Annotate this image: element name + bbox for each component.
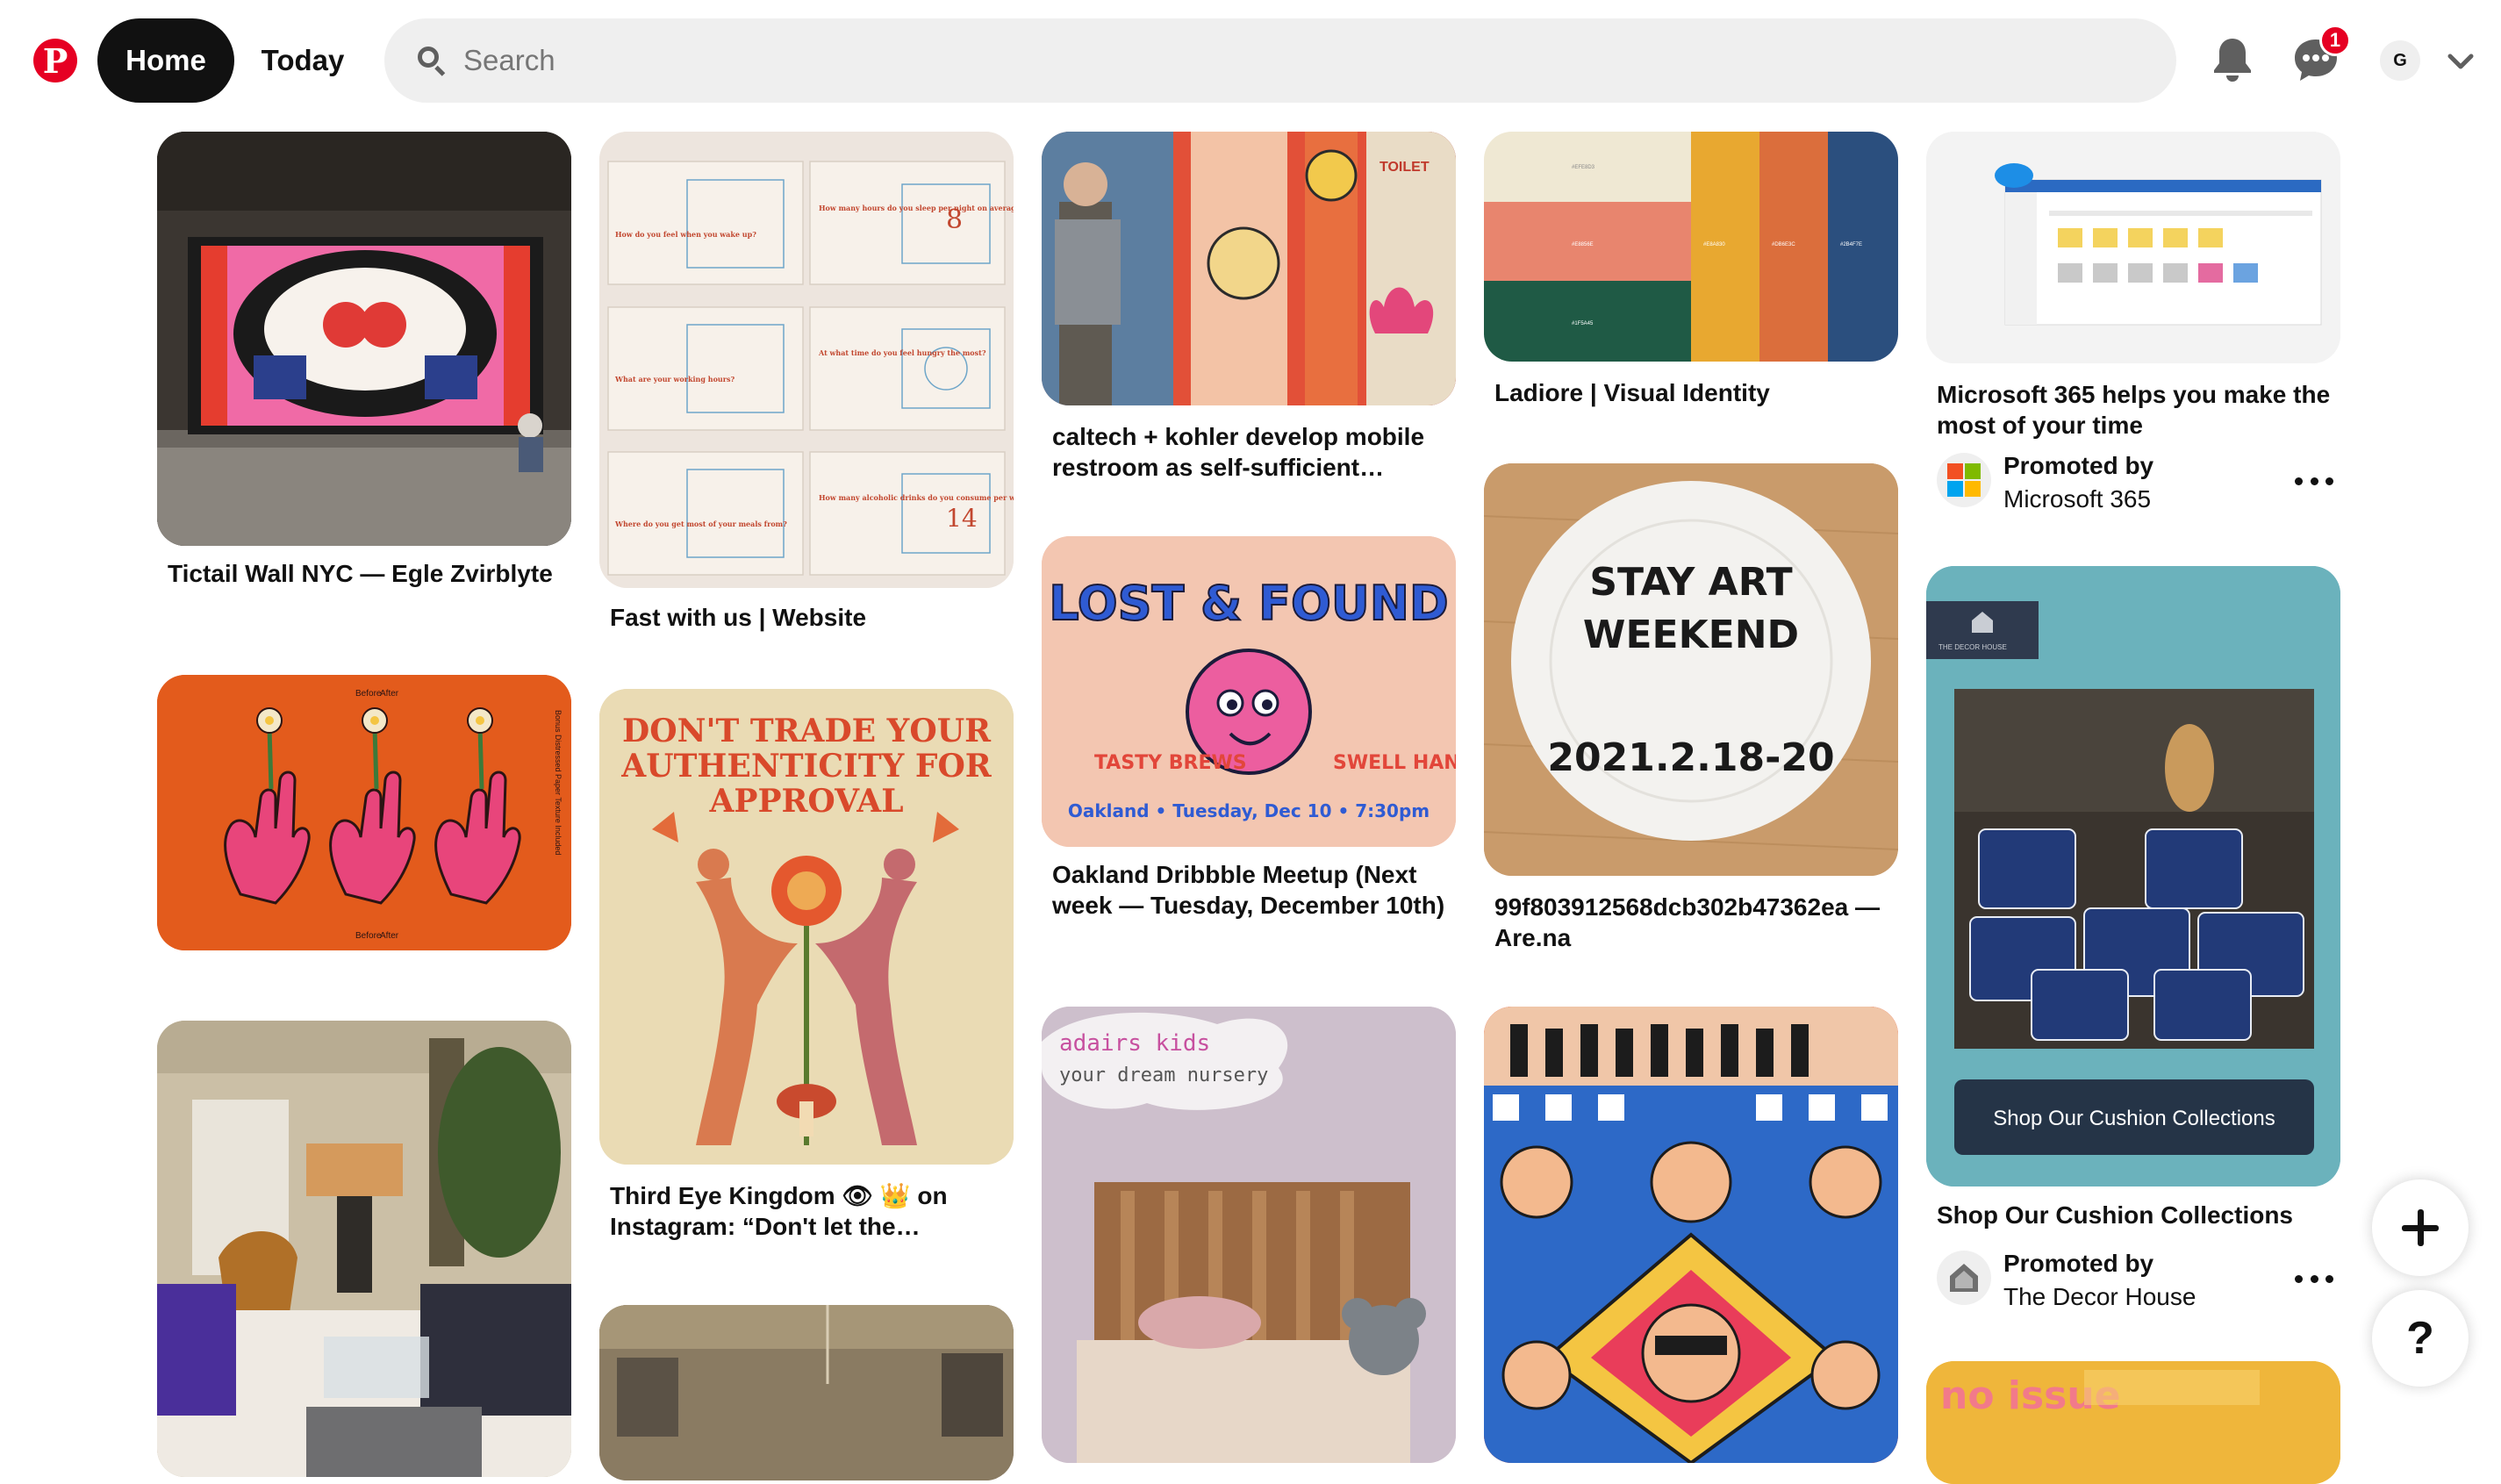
pin-image[interactable] [1484, 1007, 1898, 1463]
after-label: After [380, 931, 399, 941]
create-pin-button[interactable] [2372, 1179, 2469, 1276]
question-text: At what time do you feel hungry the most… [818, 348, 986, 357]
chevron-down-icon[interactable] [2445, 46, 2476, 77]
adairs-tagline: your dream nursery [1059, 1065, 1268, 1086]
pin-image[interactable]: adairs kids your dream nursery [1042, 1007, 1456, 1463]
advertiser-name[interactable]: Microsoft 365 [2003, 483, 2153, 516]
plate-text: STAY ART [1589, 560, 1792, 605]
pin-image[interactable]: TOILET [1042, 132, 1456, 405]
more-options-icon[interactable] [2295, 465, 2333, 497]
pin-image[interactable]: Before After Before After Bonus Distress… [157, 675, 571, 950]
swell-hangs-tag: SWELL HANGS [1333, 752, 1456, 774]
messages-badge: 1 [2319, 25, 2351, 56]
promoted-by-row[interactable]: Promoted by The Decor House [1937, 1247, 2340, 1310]
promoted-by-text: Promoted by The Decor House [2003, 1247, 2196, 1314]
decor-brand: THE DECOR HOUSE [1938, 643, 2007, 651]
poster-headline: APPROVAL [708, 783, 903, 820]
today-tab[interactable]: Today [246, 18, 360, 103]
toilet-sign: TOILET [1379, 160, 1430, 175]
question-text: What are your working hours? [614, 375, 735, 384]
more-options-icon[interactable] [2295, 1263, 2333, 1294]
search-input[interactable] [463, 44, 2131, 77]
pin-title[interactable]: 99f803912568dcb302b47362ea — Are.na [1494, 892, 1898, 953]
pin-image[interactable] [1926, 132, 2340, 363]
pin-image[interactable] [599, 1305, 1014, 1480]
poster-headline: AUTHENTICITY FOR [620, 748, 993, 785]
top-nav-bar: P Home Today 1 G [0, 0, 2501, 123]
pin-image[interactable]: STAY ART WEEKEND 2021.2.18-20 [1484, 463, 1898, 876]
pin-image[interactable] [157, 132, 571, 546]
swatch-label: #EFE8D3 [1572, 165, 1595, 170]
pin-image[interactable]: DON'T TRADE YOUR AUTHENTICITY FOR APPROV… [599, 689, 1014, 1165]
logo-glyph: P [42, 41, 68, 81]
pin-image[interactable]: no issue [1926, 1361, 2340, 1484]
pin-image[interactable]: LOST & FOUND TASTY BREWS SWELL HANGS Oak… [1042, 536, 1456, 847]
pin-title[interactable]: Shop Our Cushion Collections [1937, 1200, 2340, 1230]
swatch-label: #E8856E [1572, 242, 1594, 247]
pin-title[interactable]: Microsoft 365 helps you make the most of… [1937, 379, 2340, 441]
swatch-label: #DB6E3C [1772, 242, 1795, 247]
swatch-label: #E8A830 [1703, 242, 1725, 247]
plate-text: WEEKEND [1583, 613, 1799, 657]
pin-title[interactable]: Ladiore | Visual Identity [1494, 377, 1898, 408]
pin-title[interactable]: Fast with us | Website [610, 602, 1014, 633]
pin-title[interactable]: Oakland Dribbble Meetup (Next week — Tue… [1052, 859, 1456, 921]
search-bar[interactable] [384, 18, 2176, 103]
swatch-label: #1F5A45 [1572, 321, 1594, 326]
question-text: How do you feel when you wake up? [615, 230, 756, 239]
lost-found-title: LOST & FOUND [1049, 576, 1448, 631]
home-tab[interactable]: Home [97, 18, 234, 103]
plus-icon [2417, 1209, 2424, 1246]
swatch-yellow [1691, 132, 1759, 362]
after-label: After [380, 689, 399, 699]
swatch-salmon [1484, 202, 1691, 281]
promoted-by-text: Promoted by Microsoft 365 [2003, 449, 2153, 516]
event-details: Oakland • Tuesday, Dec 10 • 7:30pm [1068, 800, 1430, 821]
promoted-by-row[interactable]: Promoted by Microsoft 365 [1937, 449, 2340, 513]
pin-image[interactable]: THE DECOR HOUSE Shop Our Cushion Collect… [1926, 566, 2340, 1186]
svg-text:14: 14 [946, 504, 978, 533]
pin-image[interactable]: How do you feel when you wake up? How ma… [599, 132, 1014, 588]
bell-icon[interactable] [2204, 32, 2261, 88]
pin-title[interactable]: Third Eye Kingdom 👁 👑 on Instagram: “Don… [610, 1180, 1014, 1242]
tasty-brews-tag: TASTY BREWS [1094, 752, 1247, 774]
advertiser-name[interactable]: The Decor House [2003, 1280, 2196, 1314]
pin-title[interactable]: Tictail Wall NYC — Egle Zvirblyte [168, 558, 571, 589]
swatch-label: #2B4F7E [1840, 242, 1862, 247]
poster-headline: DON'T TRADE YOUR [622, 713, 992, 749]
question-text: How many alcoholic drinks do you consume… [819, 493, 1014, 502]
shop-cushion-cta[interactable]: Shop Our Cushion Collections [1993, 1107, 2275, 1130]
pin-image[interactable]: #EFE8D3 #E8856E #1F5A45 #E8A830 #DB6E3C … [1484, 132, 1898, 362]
swatch-navy [1828, 132, 1898, 362]
promoted-by-label: Promoted by [2003, 452, 2154, 479]
promoted-by-label: Promoted by [2003, 1250, 2154, 1277]
plate-text: 2021.2.18-20 [1547, 735, 1834, 780]
decor-house-logo-icon[interactable] [1937, 1251, 1991, 1305]
microsoft-logo-icon[interactable] [1937, 453, 1991, 507]
before-label: Before [355, 689, 382, 699]
question-text: Where do you get most of your meals from… [614, 520, 787, 528]
svg-text:8: 8 [946, 204, 963, 235]
pinterest-logo[interactable]: P [33, 39, 77, 82]
avatar[interactable]: G [2380, 40, 2420, 81]
pin-title[interactable]: caltech + kohler develop mobile restroom… [1052, 421, 1456, 483]
pin-image[interactable] [157, 1021, 571, 1477]
question-text: How many hours do you sleep per night on… [819, 204, 1014, 212]
bonus-texture-label: Bonus Distressed Paper Texture Included [554, 710, 563, 855]
adairs-brand: adairs kids [1059, 1030, 1210, 1057]
before-label: Before [355, 931, 382, 941]
help-button[interactable]: ? [2372, 1290, 2469, 1387]
search-icon [414, 43, 449, 78]
